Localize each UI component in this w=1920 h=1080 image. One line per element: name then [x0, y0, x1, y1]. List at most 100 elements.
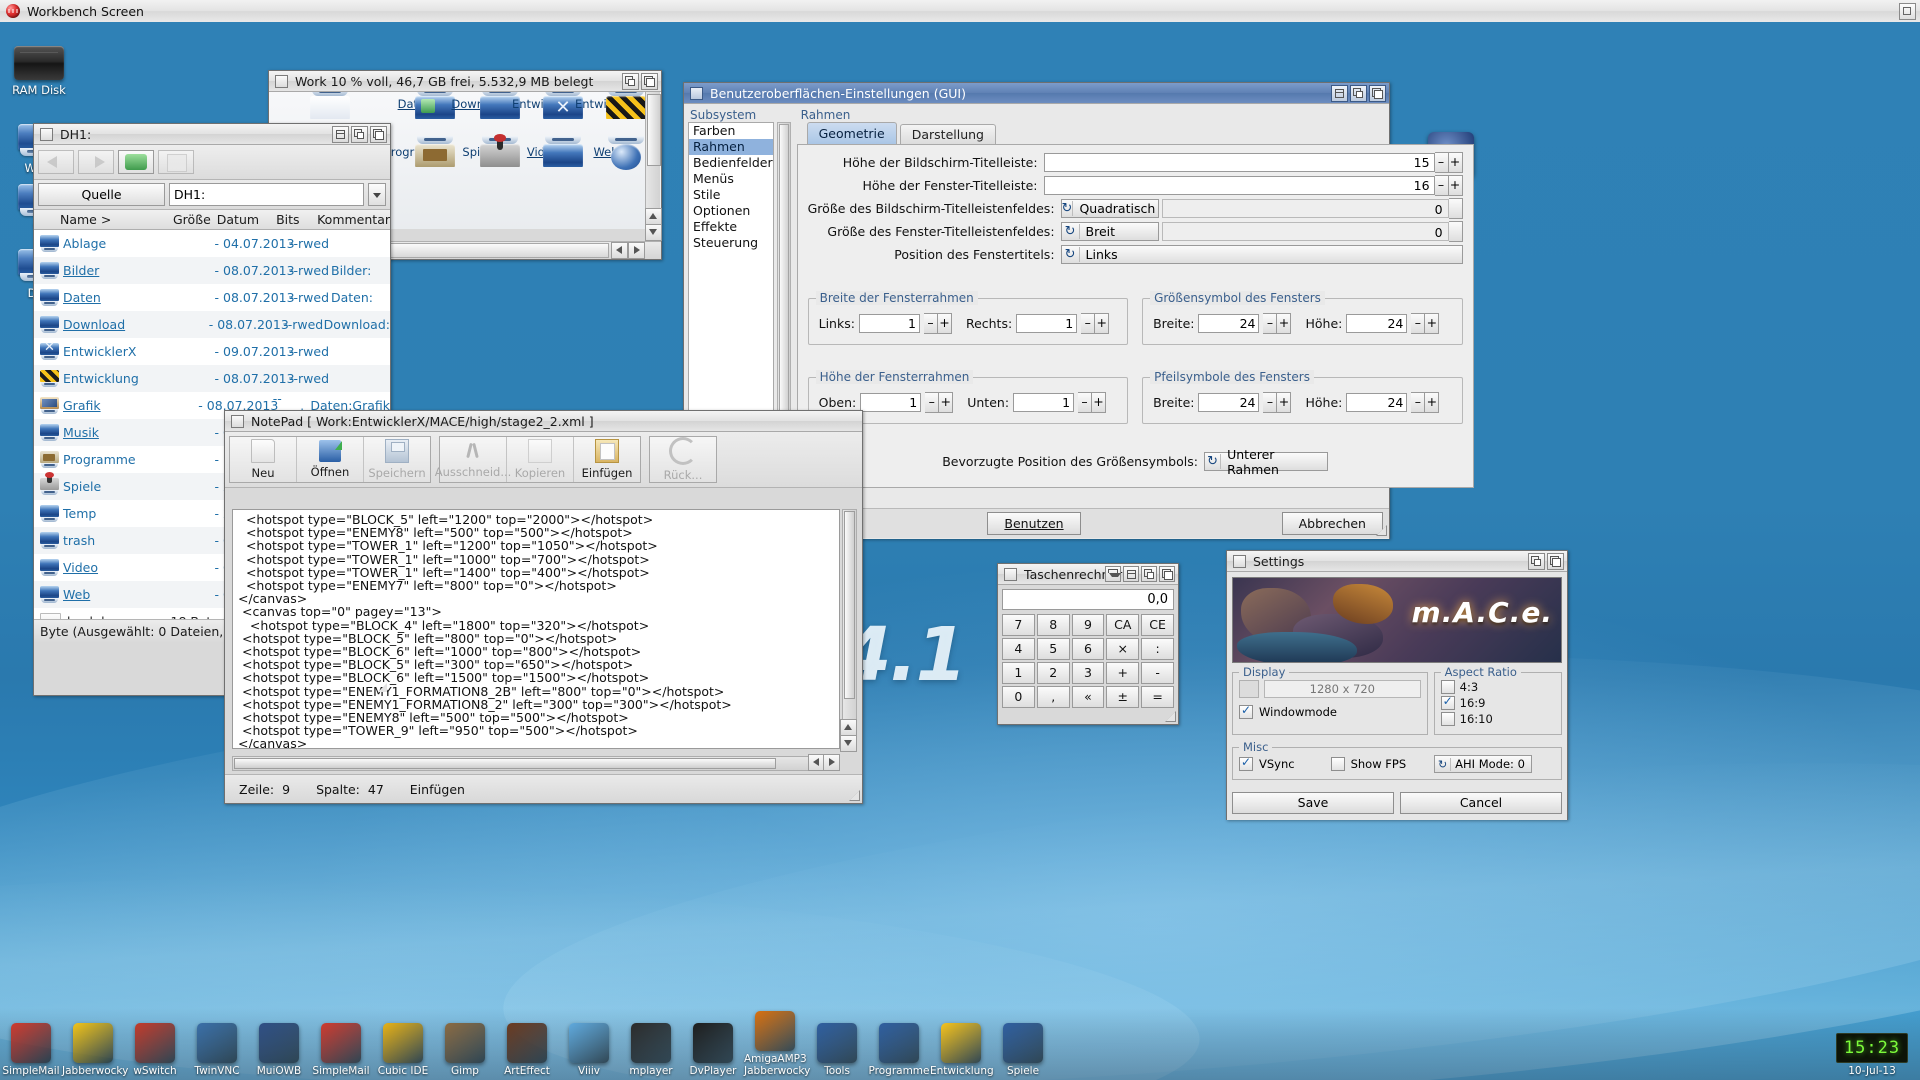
- field-screen-titlebar-field-size[interactable]: Größe des Bildschirm-Titelleistenfeldes:…: [808, 198, 1463, 219]
- calc-key-6[interactable]: 6: [1071, 638, 1105, 660]
- scroll-right-arrow[interactable]: [628, 242, 645, 259]
- decrement-button[interactable]: [1448, 198, 1463, 219]
- file-name[interactable]: Spiele: [63, 479, 163, 494]
- field-screen-titlebar-height[interactable]: Höhe der Bildschirm-Titelleiste: 15 – +: [808, 152, 1463, 173]
- dh1-path-row[interactable]: Quelle DH1:: [34, 180, 390, 210]
- calc-key-7[interactable]: 7: [1002, 614, 1035, 636]
- mace-cancel-button[interactable]: Cancel: [1400, 792, 1562, 814]
- notepad-text-area[interactable]: <hotspot type="BLOCK_5" left="1200" top=…: [232, 509, 840, 749]
- spinner[interactable]: – +: [1081, 313, 1110, 334]
- increment-button[interactable]: +: [1448, 152, 1463, 173]
- dock-item-jabberwocky[interactable]: Jabberwocky: [62, 1023, 128, 1080]
- calculator-title-bar[interactable]: Taschenrechner: [998, 564, 1178, 585]
- work-icon-spiele[interactable]: Spiele: [449, 136, 520, 167]
- table-row[interactable]: Entwicklung -08.07.2013 --rwed: [34, 365, 390, 392]
- file-name[interactable]: Daten: [63, 290, 163, 305]
- file-name[interactable]: Download: [63, 317, 159, 332]
- file-name[interactable]: Web: [63, 587, 163, 602]
- calc-key-3[interactable]: 3: [1071, 662, 1105, 684]
- calc-key-,[interactable]: ,: [1036, 686, 1070, 708]
- sizer-height[interactable]: Höhe: 24 – +: [1305, 313, 1440, 334]
- calc-key--[interactable]: -: [1141, 662, 1174, 684]
- notepad-window[interactable]: NotePad [ Work:EntwicklerX/MACE/high/sta…: [224, 410, 863, 804]
- scroll-corner[interactable]: [842, 756, 857, 771]
- aspect-option-4-3[interactable]: 4:3: [1440, 680, 1555, 694]
- frame-width-right-input[interactable]: 1: [1016, 314, 1078, 333]
- ahi-mode-cycle[interactable]: ↻ AHI Mode: 0: [1434, 755, 1532, 773]
- close-icon[interactable]: [275, 74, 288, 88]
- decrement-button[interactable]: –: [923, 313, 938, 334]
- arrow-height-input[interactable]: 24: [1346, 393, 1408, 412]
- scroll-right-arrow[interactable]: [823, 754, 840, 771]
- mace-settings-window[interactable]: Settings m.A.C.e. Display 1280 x 720 ✓ W…: [1226, 550, 1568, 820]
- preferred-sizer-position-cycle[interactable]: ↻ Unterer Rahmen: [1203, 447, 1328, 477]
- table-row[interactable]: EntwicklerX -09.07.2013--rwed: [34, 338, 390, 365]
- aspect-checkbox[interactable]: [1440, 712, 1455, 726]
- close-icon[interactable]: [690, 86, 703, 100]
- dock-item-simplemail[interactable]: SimpleMail: [0, 1023, 62, 1080]
- spinner[interactable]: – +: [1078, 392, 1107, 413]
- scroll-left-arrow[interactable]: [611, 242, 628, 259]
- spinner[interactable]: – +: [1434, 175, 1463, 196]
- paste-button[interactable]: Einfügen: [574, 437, 640, 482]
- window-titlebar-field-extra[interactable]: 0: [1161, 222, 1449, 241]
- aspect-checkbox[interactable]: [1440, 694, 1455, 710]
- decrement-button[interactable]: –: [1078, 392, 1093, 413]
- subsystem-item-menüs[interactable]: Menüs: [689, 171, 773, 187]
- zoom-icon[interactable]: [622, 73, 639, 90]
- file-name[interactable]: Temp: [63, 506, 163, 521]
- aspect-checkbox[interactable]: [1440, 680, 1455, 694]
- dock-item-mplayer[interactable]: mplayer: [620, 1023, 682, 1080]
- scroll-up-arrow[interactable]: [645, 208, 662, 225]
- column-header-name[interactable]: Name >: [34, 212, 157, 227]
- spinner[interactable]: – +: [1434, 152, 1463, 173]
- sizer-width[interactable]: Breite: 24 – +: [1153, 313, 1292, 334]
- subsystem-item-effekte[interactable]: Effekte: [689, 219, 773, 235]
- calc-key-CA[interactable]: CA: [1106, 614, 1140, 636]
- increment-button[interactable]: +: [1095, 313, 1110, 334]
- aspect-option-16-10[interactable]: 16:10: [1440, 712, 1555, 726]
- chevron-down-icon[interactable]: [368, 183, 386, 206]
- new-drawer-icon[interactable]: [158, 150, 194, 174]
- resize-handle[interactable]: [376, 681, 388, 693]
- file-name[interactable]: Ablage: [63, 236, 163, 251]
- calculator-display[interactable]: 0,0: [1002, 589, 1174, 610]
- calc-key-8[interactable]: 8: [1036, 614, 1070, 636]
- subsystem-item-bedienfelder[interactable]: Bedienfelder: [689, 155, 773, 171]
- work-title-bar[interactable]: Work 10 % voll, 46,7 GB frei, 5.532,9 MB…: [269, 71, 661, 92]
- table-row[interactable]: Download -08.07.2013 --rwed Download:: [34, 311, 390, 338]
- resolution-field[interactable]: 1280 x 720: [1264, 680, 1421, 698]
- scrollbar-thumb[interactable]: [234, 758, 776, 769]
- showfps-checkbox[interactable]: [1330, 757, 1345, 771]
- work-icon-entwicklung[interactable]: Entwicklung: [575, 92, 646, 119]
- iconify-icon[interactable]: [332, 126, 349, 143]
- zoom-icon[interactable]: [1141, 566, 1157, 582]
- undo-button[interactable]: Rück...: [650, 437, 716, 482]
- calc-key-:[interactable]: :: [1141, 638, 1174, 660]
- dh1-title-bar[interactable]: DH1:: [34, 124, 390, 145]
- scroll-up-arrow[interactable]: [840, 719, 857, 736]
- decrement-button[interactable]: –: [1434, 175, 1449, 196]
- work-vertical-scrollbar[interactable]: [645, 92, 662, 241]
- scrollbar-thumb[interactable]: [647, 94, 661, 166]
- work-icon-daten[interactable]: [279, 92, 350, 119]
- calc-key-1[interactable]: 1: [1002, 662, 1035, 684]
- dock-clock[interactable]: 15:23 10-Jul-13: [1824, 1033, 1920, 1080]
- dock-item-entwicklung[interactable]: Entwicklung: [930, 1023, 994, 1080]
- mace-save-button[interactable]: Save: [1232, 792, 1394, 814]
- cut-button[interactable]: Ausschneid...: [435, 437, 511, 482]
- frame-height-bottom[interactable]: Unten: 1 – +: [967, 392, 1107, 413]
- calculator-keypad[interactable]: 7 8 9 CA CE 4 5 6 ×: 1 2 3 + - 0, «± =: [998, 614, 1178, 712]
- dock-item-amigaamp3-jabberwocky[interactable]: AmigaAMP3 Jabberwocky: [744, 1011, 810, 1080]
- increment-button[interactable]: +: [939, 392, 954, 413]
- zoom-icon[interactable]: [1350, 85, 1367, 102]
- column-header-comment[interactable]: Kommentar: [313, 212, 390, 227]
- subsystem-item-rahmen[interactable]: Rahmen: [689, 139, 773, 155]
- spinner[interactable]: [1448, 221, 1463, 242]
- scrollbar-thumb[interactable]: [778, 124, 789, 426]
- file-name[interactable]: Grafik: [63, 398, 153, 413]
- aspect-option-16-9[interactable]: 16:9: [1440, 694, 1555, 710]
- screen-titlebar-height-input[interactable]: 15: [1043, 153, 1435, 172]
- dock-item-gimp[interactable]: Gimp: [434, 1023, 496, 1080]
- file-name[interactable]: Bilder: [63, 263, 163, 278]
